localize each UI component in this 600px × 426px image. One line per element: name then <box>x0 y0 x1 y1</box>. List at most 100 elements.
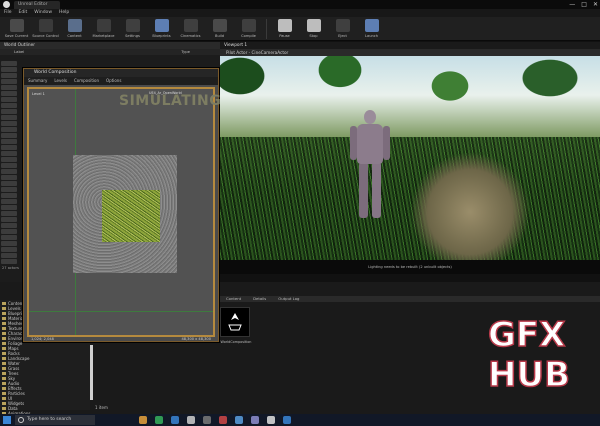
toolbar-button-build[interactable]: Build <box>205 17 234 41</box>
toolbar-button-eject[interactable]: Eject <box>328 17 357 41</box>
level-tile[interactable] <box>73 155 177 273</box>
menu-bar: File Edit Window Help <box>0 9 600 17</box>
stop-icon <box>306 19 321 32</box>
toolbar-button-launch[interactable]: Launch <box>357 17 386 41</box>
minimize-button[interactable]: — <box>569 0 575 9</box>
menu-file[interactable]: File <box>4 9 12 17</box>
toolbar-button-content[interactable]: Content <box>60 17 89 41</box>
viewport-tab[interactable]: Viewport 1 <box>220 42 600 49</box>
taskbar-app-icon[interactable] <box>267 416 275 424</box>
wc-menu-options[interactable]: Options <box>106 77 121 85</box>
outliner-col-label[interactable]: Label <box>14 49 24 55</box>
taskbar-app-icon[interactable] <box>251 416 259 424</box>
asset-thumbnail[interactable] <box>220 307 250 337</box>
world-size: 48,300 x 48,300 <box>181 337 211 341</box>
visibility-eye-icon[interactable] <box>1 97 17 102</box>
world-composition-window[interactable]: World Composition Summary Levels Composi… <box>23 68 221 342</box>
visibility-eye-icon[interactable] <box>1 253 17 258</box>
menu-edit[interactable]: Edit <box>19 9 28 17</box>
folder-scrollbar[interactable] <box>90 345 93 400</box>
visibility-eye-icon[interactable] <box>1 235 17 240</box>
visibility-eye-icon[interactable] <box>1 217 17 222</box>
toolbar-button-cinematics[interactable]: Cinematics <box>176 17 205 41</box>
toolbar-label: Compile <box>241 34 256 38</box>
visibility-eye-icon[interactable] <box>1 115 17 120</box>
toolbar-button-blueprints[interactable]: Blueprints <box>147 17 176 41</box>
windows-start-icon[interactable] <box>3 416 11 424</box>
toolbar-button-stop[interactable]: Stop <box>299 17 328 41</box>
map-icon <box>228 313 242 331</box>
visibility-eye-icon[interactable] <box>1 241 17 246</box>
visibility-eye-icon[interactable] <box>1 211 17 216</box>
visibility-eye-icon[interactable] <box>1 151 17 156</box>
loaded-level-tile[interactable] <box>102 190 160 242</box>
menu-window[interactable]: Window <box>34 9 52 17</box>
tab-content[interactable]: Content <box>226 296 241 302</box>
visibility-eye-icon[interactable] <box>1 73 17 78</box>
visibility-eye-icon[interactable] <box>1 193 17 198</box>
wc-menu-summary[interactable]: Summary <box>28 77 47 85</box>
world-composition-canvas[interactable]: Level 1 UE4_Ar_OpenWorld SIMULATING <box>27 87 221 337</box>
visibility-eye-icon[interactable] <box>1 121 17 126</box>
close-button[interactable]: ✕ <box>593 0 598 9</box>
window-tab[interactable]: Unreal Editor <box>14 1 60 9</box>
taskbar-app-icon[interactable] <box>171 416 179 424</box>
toolbar-button-compile[interactable]: Compile <box>234 17 263 41</box>
visibility-eye-icon[interactable] <box>1 139 17 144</box>
taskbar-app-icon[interactable] <box>219 416 227 424</box>
taskbar-app-icon[interactable] <box>139 416 147 424</box>
taskbar-app-icon[interactable] <box>155 416 163 424</box>
dirt-path <box>410 152 530 272</box>
toolbar-button-settings[interactable]: Settings <box>118 17 147 41</box>
visibility-eye-icon[interactable] <box>1 181 17 186</box>
maximize-button[interactable]: □ <box>581 0 587 9</box>
marketplace-icon <box>96 19 111 32</box>
visibility-eye-icon[interactable] <box>1 187 17 192</box>
toolbar-button-save-current[interactable]: Save Current <box>2 17 31 41</box>
visibility-eye-icon[interactable] <box>1 133 17 138</box>
visibility-eye-icon[interactable] <box>1 247 17 252</box>
cinematics-icon <box>183 19 198 32</box>
visibility-eye-icon[interactable] <box>1 109 17 114</box>
toolbar-button-marketplace[interactable]: Marketplace <box>89 17 118 41</box>
settings-icon <box>125 19 140 32</box>
tab-output-log[interactable]: Output Log <box>278 296 299 302</box>
visibility-eye-icon[interactable] <box>1 223 17 228</box>
visibility-eye-icon[interactable] <box>1 127 17 132</box>
tab-details[interactable]: Details <box>253 296 266 302</box>
toolbar-button-source-control[interactable]: Source Control <box>31 17 60 41</box>
eject-icon <box>335 19 350 32</box>
taskbar-search[interactable]: Type here to search <box>15 415 95 425</box>
visibility-eye-icon[interactable] <box>1 175 17 180</box>
visibility-eye-icon[interactable] <box>1 169 17 174</box>
visibility-eye-icon[interactable] <box>1 145 17 150</box>
visibility-eye-icon[interactable] <box>1 229 17 234</box>
main-toolbar: Save Current Source Control Content Marketp… <box>0 17 600 41</box>
taskbar-app-icon[interactable] <box>203 416 211 424</box>
visibility-eye-icon[interactable] <box>1 205 17 210</box>
toolbar-label: Save Current <box>4 34 29 38</box>
level-viewport[interactable]: Viewport 1 Pilot Actor - CineCameraActor… <box>220 42 600 274</box>
menu-help[interactable]: Help <box>59 9 69 17</box>
visibility-eye-icon[interactable] <box>1 61 17 66</box>
wc-menu-composition[interactable]: Composition <box>74 77 99 85</box>
taskbar-app-icon[interactable] <box>283 416 291 424</box>
visibility-eye-icon[interactable] <box>1 103 17 108</box>
visibility-eye-icon[interactable] <box>1 259 17 264</box>
toolbar-button-pause[interactable]: Pause <box>270 17 299 41</box>
visibility-eye-icon[interactable] <box>1 91 17 96</box>
visibility-eye-icon[interactable] <box>1 85 17 90</box>
gfx-hub-watermark: GFX HUB <box>487 317 588 414</box>
toolbar-label: Build <box>214 34 225 38</box>
visibility-eye-icon[interactable] <box>1 67 17 72</box>
taskbar-app-icon[interactable] <box>187 416 195 424</box>
world-composition-title[interactable]: World Composition <box>24 69 218 77</box>
toolbar-label: Eject <box>338 34 347 38</box>
wc-menu-levels[interactable]: Levels <box>54 77 67 85</box>
taskbar-app-icon[interactable] <box>235 416 243 424</box>
outliner-col-type[interactable]: Type <box>181 49 190 55</box>
visibility-eye-icon[interactable] <box>1 163 17 168</box>
visibility-eye-icon[interactable] <box>1 79 17 84</box>
visibility-eye-icon[interactable] <box>1 157 17 162</box>
visibility-eye-icon[interactable] <box>1 199 17 204</box>
